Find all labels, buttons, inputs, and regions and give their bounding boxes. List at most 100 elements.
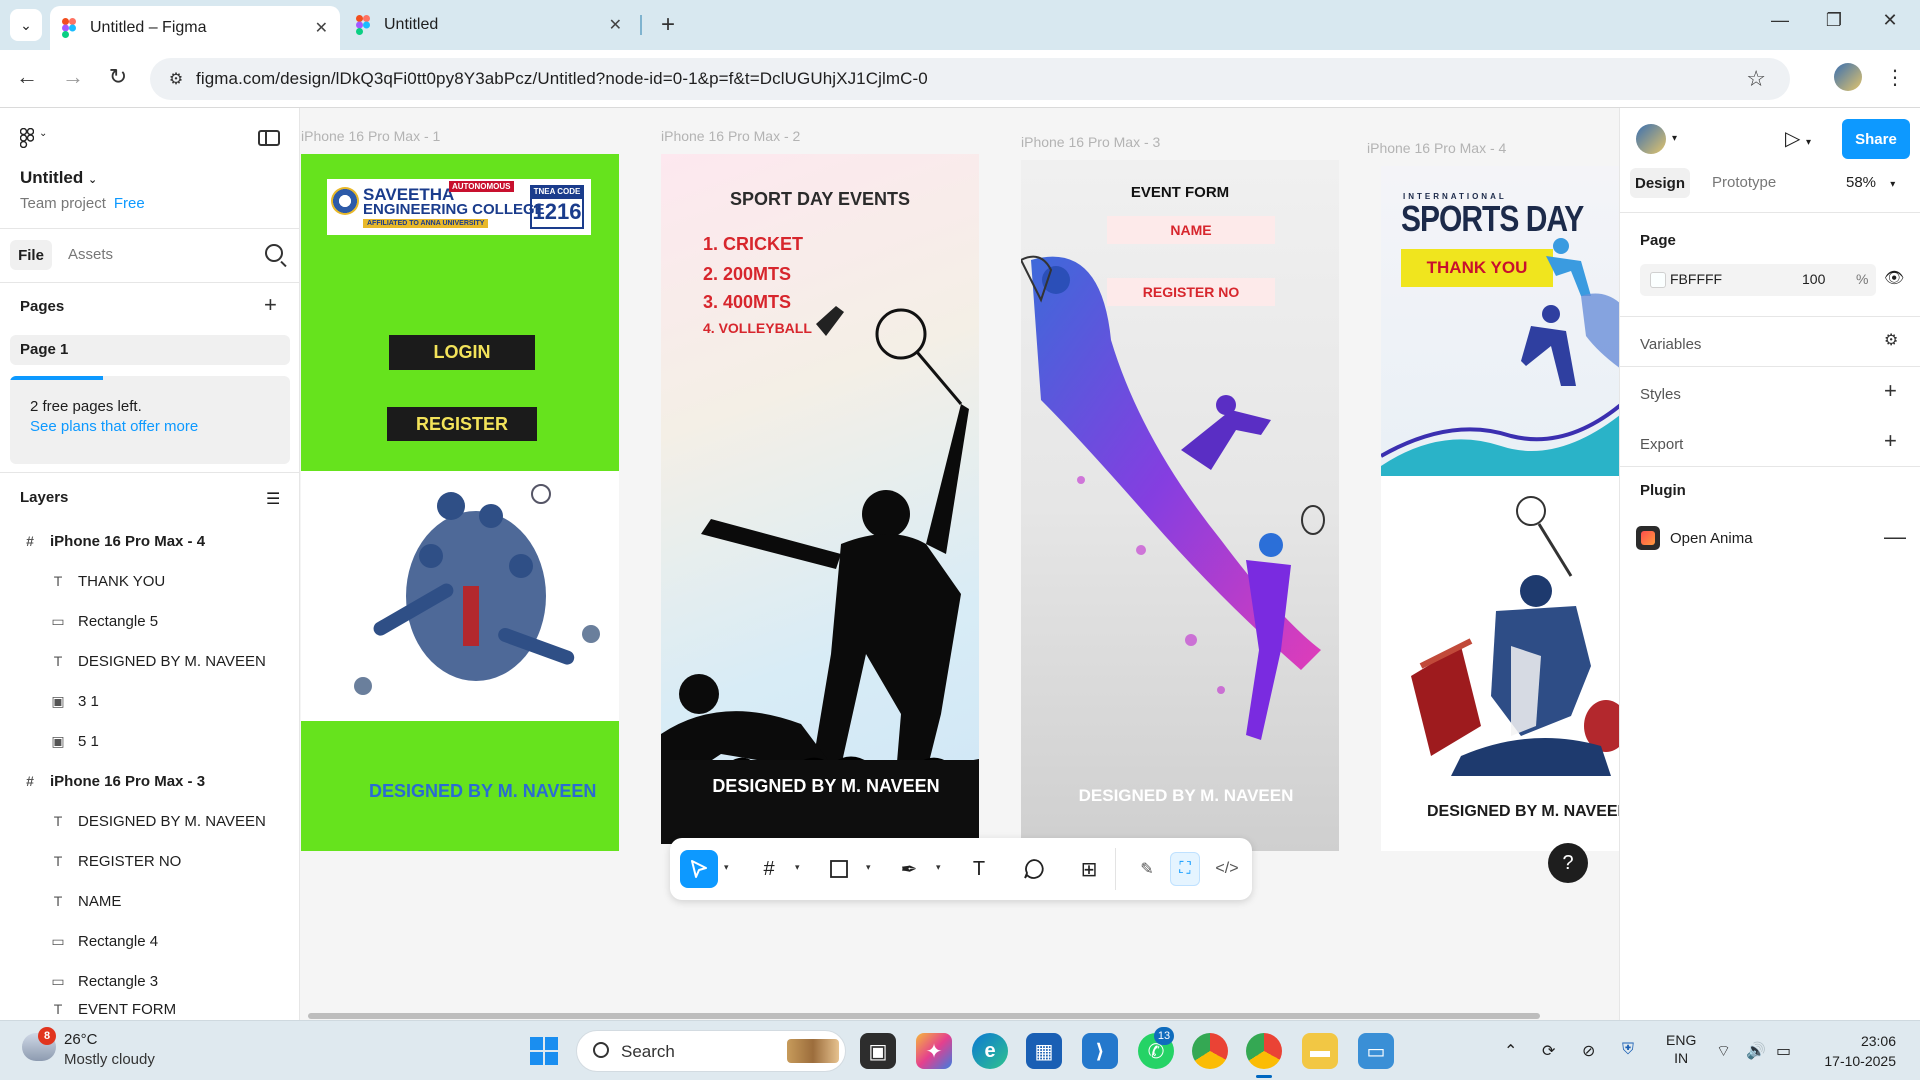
restore-icon[interactable]: ❐ (1814, 10, 1854, 31)
actions-tool-icon[interactable]: ⊞ (1070, 850, 1108, 888)
login-button[interactable]: LOGIN (389, 335, 535, 370)
edge-browser-icon[interactable]: e (972, 1033, 1008, 1069)
collapse-layers-icon[interactable]: ☰ (266, 489, 280, 509)
open-anima-plugin-icon[interactable] (1636, 526, 1660, 550)
battery-icon[interactable]: ▭ (1776, 1041, 1791, 1061)
variables-settings-icon[interactable]: ⚙ (1884, 330, 1898, 350)
layer-item[interactable]: T REGISTER NO (0, 841, 300, 881)
add-style-icon[interactable]: + (1884, 378, 1897, 404)
close-tab-icon[interactable]: ✕ (315, 18, 328, 38)
layer-frame[interactable]: # iPhone 16 Pro Max - 4 (0, 521, 300, 561)
dev-mode-icon[interactable]: </> (1208, 850, 1246, 888)
chrome-active-icon[interactable] (1246, 1033, 1282, 1069)
copilot-icon[interactable]: ✦ (916, 1033, 952, 1069)
layer-item[interactable]: ▣ 3 1 (0, 681, 300, 721)
frame-label[interactable]: iPhone 16 Pro Max - 1 (301, 128, 440, 144)
layer-item[interactable]: ▣ 5 1 (0, 721, 300, 761)
color-hex[interactable]: FBFFFF (1670, 271, 1722, 287)
address-bar[interactable]: ⚙ figma.com/design/lDkQ3qFi0tt0py8Y3abPc… (150, 58, 1790, 100)
tab-prototype[interactable]: Prototype (1712, 174, 1776, 191)
iphone-frame-4[interactable]: INTERNATIONAL SPORTS DAY THANK YOU DESIG… (1381, 166, 1619, 851)
visibility-eye-icon[interactable]: 👁 (1884, 268, 1904, 288)
security-shield-icon[interactable]: ⛨ (1622, 1041, 1634, 1059)
windows-start-icon[interactable] (530, 1037, 558, 1065)
vscode-icon[interactable]: ⟩ (1082, 1033, 1118, 1069)
site-info-icon[interactable]: ⚙ (156, 69, 196, 89)
weather-description[interactable]: Mostly cloudy (64, 1051, 155, 1068)
plan-badge[interactable]: Free (114, 195, 145, 212)
add-page-icon[interactable]: + (264, 292, 277, 318)
horizontal-scrollbar[interactable] (308, 1013, 1540, 1019)
see-plans-link[interactable]: See plans that offer more (30, 418, 198, 435)
tab-file[interactable]: File (10, 240, 52, 270)
bookmark-star-icon[interactable]: ☆ (1746, 66, 1766, 92)
figma-menu-icon[interactable]: ⌄ (19, 127, 47, 153)
network-off-icon[interactable]: ⊘ (1582, 1041, 1595, 1061)
layer-item[interactable]: ▭ Rectangle 4 (0, 921, 300, 961)
tab-untitled[interactable]: Untitled ✕ (344, 6, 634, 44)
text-tool-icon[interactable]: T (960, 850, 998, 888)
language-indicator[interactable]: ENG IN (1666, 1031, 1696, 1067)
chevron-down-icon[interactable]: ▾ (866, 862, 871, 873)
task-view-icon[interactable]: ▣ (860, 1033, 896, 1069)
layer-item[interactable]: T EVENT FORM (0, 1001, 300, 1020)
profile-avatar[interactable] (1834, 63, 1862, 91)
layer-item[interactable]: T THANK YOU (0, 561, 300, 601)
add-export-icon[interactable]: + (1884, 428, 1897, 454)
pen-tool-icon[interactable]: ✒ (890, 850, 928, 888)
frame-label[interactable]: iPhone 16 Pro Max - 4 (1367, 140, 1506, 156)
temperature[interactable]: 26°C (64, 1031, 98, 1048)
tab-design[interactable]: Design (1630, 168, 1690, 198)
variables-section[interactable]: Variables (1640, 336, 1701, 353)
color-swatch[interactable] (1650, 272, 1666, 288)
frame-label[interactable]: iPhone 16 Pro Max - 3 (1021, 134, 1160, 150)
microsoft-store-icon[interactable]: ▦ (1026, 1033, 1062, 1069)
layer-item[interactable]: ▭ Rectangle 3 (0, 961, 300, 1001)
styles-section[interactable]: Styles (1640, 386, 1681, 403)
remote-desktop-icon[interactable]: ▭ (1358, 1033, 1394, 1069)
remove-plugin-icon[interactable]: — (1884, 524, 1906, 550)
iphone-frame-1[interactable]: SAVEETHA AUTONOMOUS ENGINEERING COLLEGE … (301, 154, 619, 851)
layer-frame[interactable]: # iPhone 16 Pro Max - 3 (0, 761, 300, 801)
user-avatar[interactable] (1636, 124, 1666, 154)
frame-label[interactable]: iPhone 16 Pro Max - 2 (661, 128, 800, 144)
design-mode-icon[interactable]: ⛶ (1170, 852, 1200, 886)
layer-item[interactable]: ▭ Rectangle 5 (0, 601, 300, 641)
iphone-frame-3[interactable]: EVENT FORM NAME REGISTER NO DESIGNED BY … (1021, 160, 1339, 851)
new-tab-button[interactable]: + (652, 9, 684, 41)
search-icon[interactable] (265, 244, 283, 262)
draw-mode-icon[interactable]: ✎ (1128, 850, 1166, 888)
minimize-icon[interactable]: — (1760, 10, 1800, 31)
tab-search-button[interactable]: ⌄ (10, 9, 42, 41)
opacity-value[interactable]: 100 (1802, 271, 1825, 287)
register-button[interactable]: REGISTER (387, 407, 537, 441)
browser-menu-icon[interactable]: ⋮ (1885, 65, 1905, 90)
tab-figma[interactable]: Untitled – Figma ✕ (50, 6, 340, 50)
zoom-dropdown[interactable]: 58% ▾ (1846, 174, 1895, 191)
chevron-down-icon[interactable]: ▾ (936, 862, 941, 873)
export-section[interactable]: Export (1640, 436, 1683, 453)
help-button[interactable]: ? (1548, 843, 1588, 883)
present-play-icon[interactable]: ▷ ▾ (1785, 126, 1811, 151)
taskbar-search[interactable]: Search (576, 1030, 846, 1072)
clock[interactable]: 23:06 17-10-2025 (1812, 1031, 1896, 1071)
page-item-1[interactable]: Page 1 (10, 335, 290, 365)
toggle-sidebar-icon[interactable] (258, 130, 280, 146)
reload-icon[interactable]: ↻ (103, 64, 133, 90)
move-tool-icon[interactable] (680, 850, 718, 888)
wifi-icon[interactable]: ⌔ (1716, 1041, 1731, 1061)
page-background-color[interactable]: FBFFFF 100 % (1640, 264, 1876, 296)
file-explorer-icon[interactable]: ▬ (1302, 1033, 1338, 1069)
comment-tool-icon[interactable] (1015, 850, 1053, 888)
layer-item[interactable]: T DESIGNED BY M. NAVEEN (0, 641, 300, 681)
chevron-down-icon[interactable]: ▾ (724, 862, 729, 873)
rectangle-tool-icon[interactable] (820, 850, 858, 888)
forward-icon[interactable]: → (58, 64, 88, 90)
frame-tool-icon[interactable]: # (750, 850, 788, 888)
chrome-icon[interactable] (1192, 1033, 1228, 1069)
back-icon[interactable]: ← (12, 64, 42, 90)
show-hidden-icons-chevron[interactable]: ⌃ (1504, 1041, 1517, 1061)
layer-item[interactable]: T NAME (0, 881, 300, 921)
plugin-name[interactable]: Open Anima (1670, 530, 1753, 547)
close-tab-icon[interactable]: ✕ (609, 15, 622, 35)
